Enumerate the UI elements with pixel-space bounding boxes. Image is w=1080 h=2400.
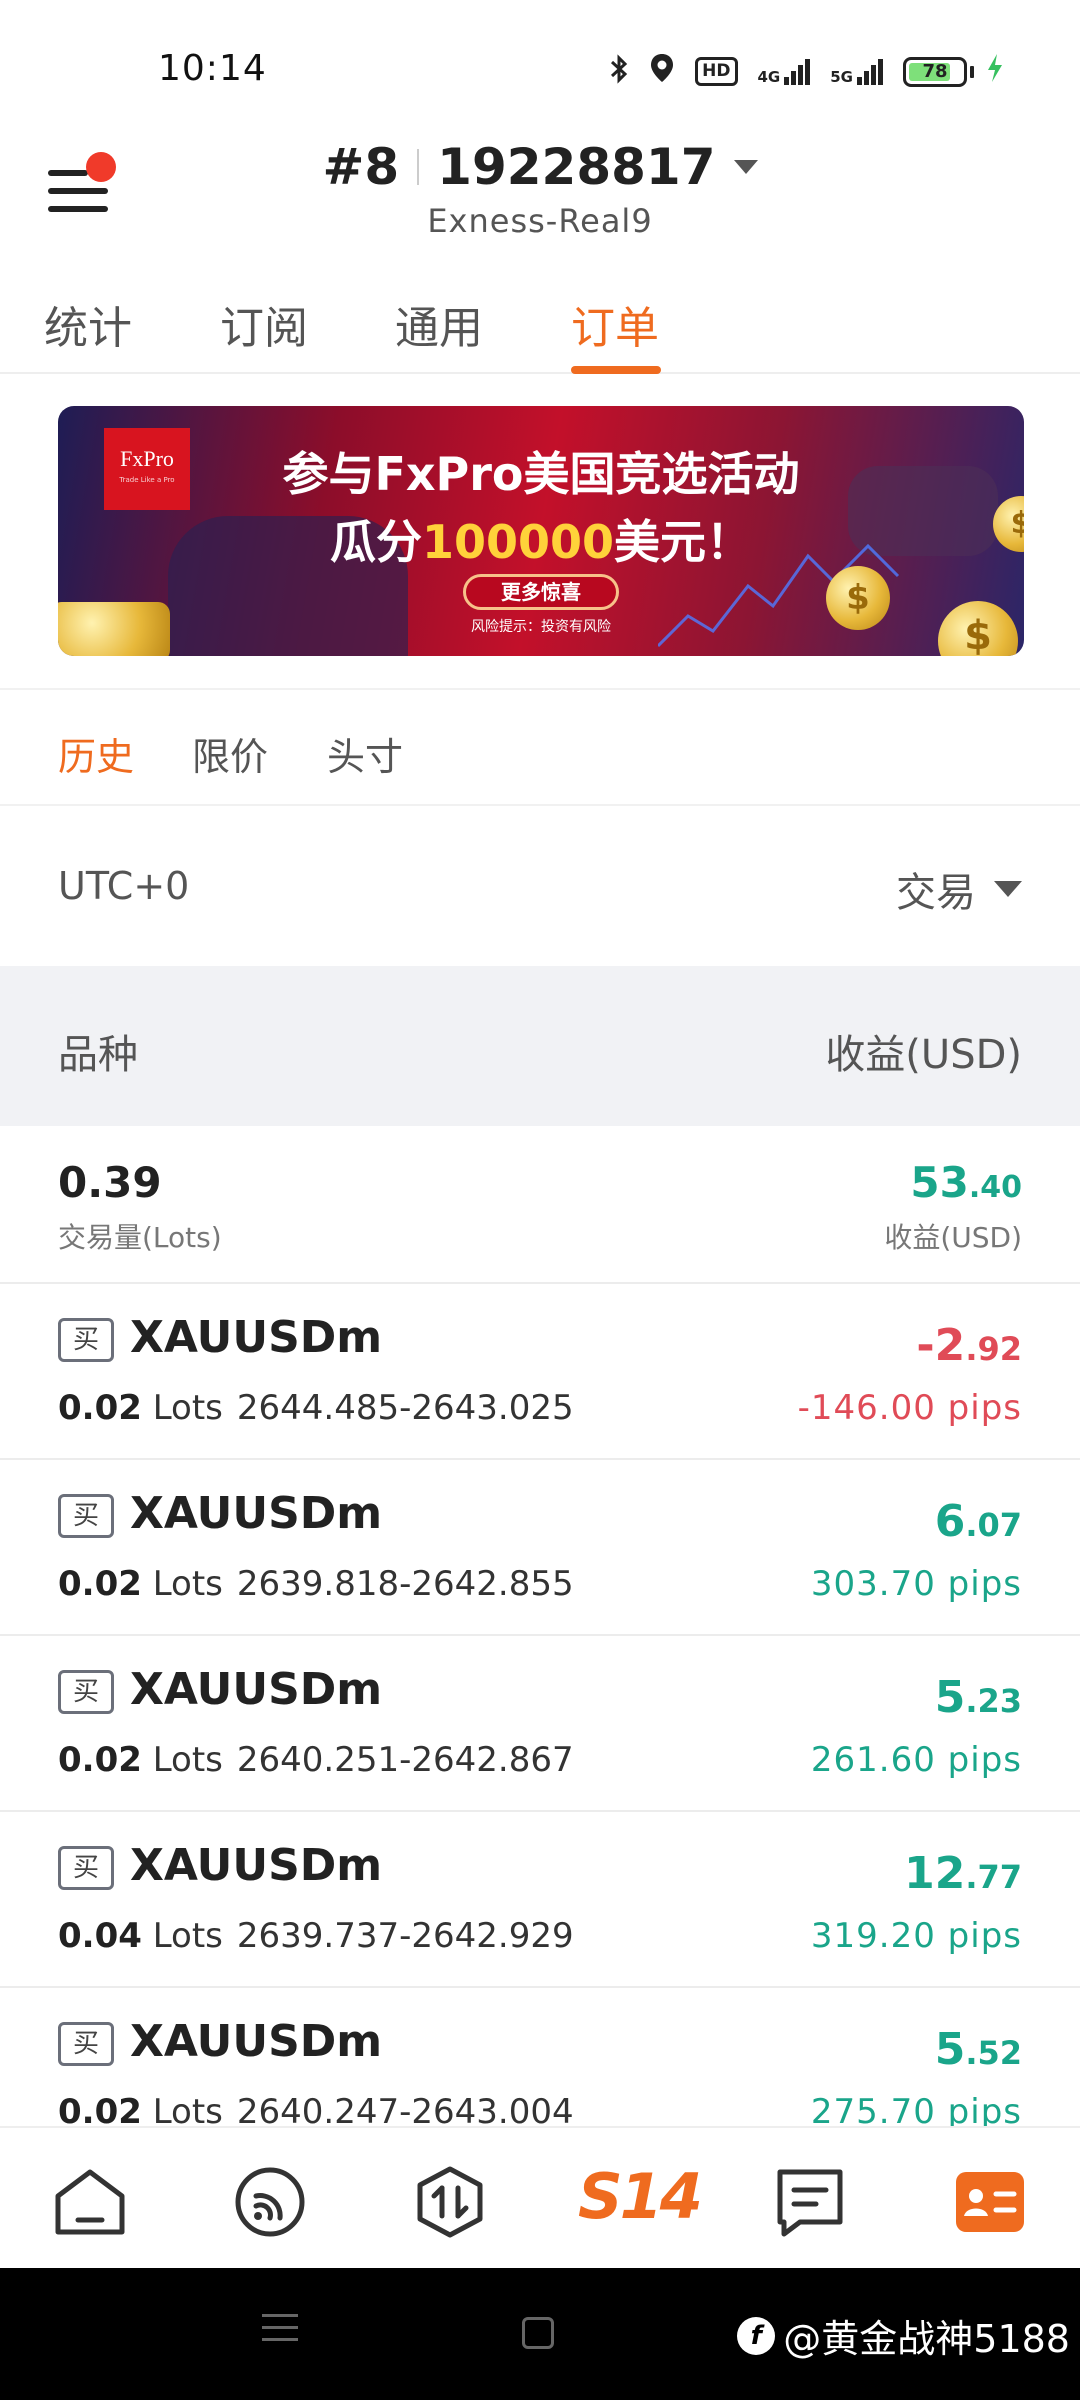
order-row[interactable]: 买 XAUUSDm 0.04 Lots 2639.737-2642.929 12.… xyxy=(0,1812,1080,1988)
subtab-positions[interactable]: 头寸 xyxy=(327,726,403,781)
order-profit: 5.23 xyxy=(934,1672,1022,1723)
order-row[interactable]: 买 XAUUSDm 0.02 Lots 2640.251-2642.867 5.2… xyxy=(0,1636,1080,1812)
tab-active-indicator xyxy=(571,366,661,374)
promo-banner[interactable]: FxPro Trade Like a Pro 参与FxPro美国竞选活动 瓜分1… xyxy=(58,406,1024,656)
order-details: 0.02 Lots 2644.485-2643.025 xyxy=(58,1388,574,1428)
total-volume-label: 交易量(Lots) xyxy=(58,1221,222,1254)
messages-icon[interactable] xyxy=(770,2166,850,2238)
battery-icon: 78 xyxy=(903,56,967,87)
type-dropdown[interactable]: 交易 xyxy=(896,860,1022,918)
s14-logo[interactable]: S14 xyxy=(578,2160,703,2233)
order-pips: 319.20 pips xyxy=(810,1916,1022,1956)
order-details: 0.02 Lots 2639.818-2642.855 xyxy=(58,1564,574,1604)
table-header: 品种 收益(USD) xyxy=(0,966,1080,1126)
column-header-symbol: 品种 xyxy=(58,1032,138,1078)
order-pips: -146.00 pips xyxy=(797,1388,1022,1428)
coin-icon: $ xyxy=(938,601,1018,656)
tab-statistics[interactable]: 统计 xyxy=(44,292,132,356)
order-history-list[interactable]: 买 XAUUSDm 0.02 Lots 2644.485-2643.025 -2.… xyxy=(0,1284,1080,2126)
type-dropdown-label: 交易 xyxy=(896,870,976,916)
watermark: f @黄金战神5188 xyxy=(737,2308,1070,2363)
recent-apps-button[interactable] xyxy=(262,2314,298,2350)
total-volume: 0.39 xyxy=(58,1158,162,1207)
order-symbol: XAUUSDm xyxy=(130,1312,383,1363)
chevron-down-icon xyxy=(733,160,758,174)
summary-row: 0.39 交易量(Lots) 53.40 收益(USD) xyxy=(0,1128,1080,1284)
order-profit: 5.52 xyxy=(934,2024,1022,2075)
order-symbol: XAUUSDm xyxy=(130,1840,383,1891)
signal-4g-icon: 4G xyxy=(757,58,811,86)
signal-5g-icon: 5G xyxy=(830,58,883,86)
order-symbol: XAUUSDm xyxy=(130,1488,383,1539)
order-pips: 303.70 pips xyxy=(810,1564,1022,1604)
subtab-history[interactable]: 历史 xyxy=(58,726,134,781)
total-profit-label: 收益(USD) xyxy=(884,1221,1022,1254)
filter-row: UTC+0 交易 xyxy=(0,808,1080,964)
status-time: 10:14 xyxy=(158,48,267,89)
banner-subheadline: 瓜分100000美元！ xyxy=(329,515,753,569)
signal-feed-icon[interactable] xyxy=(230,2166,310,2238)
account-index: #8 xyxy=(322,138,400,196)
tab-general[interactable]: 通用 xyxy=(395,292,483,356)
order-details: 0.02 Lots 2640.251-2642.867 xyxy=(58,1740,574,1780)
account-divider xyxy=(417,149,420,185)
order-symbol: XAUUSDm xyxy=(130,1664,383,1715)
side-badge: 买 xyxy=(58,2022,114,2066)
order-details: 0.04 Lots 2639.737-2642.929 xyxy=(58,1916,574,1956)
subtab-limit[interactable]: 限价 xyxy=(192,726,268,781)
network-label-5g: 5G xyxy=(830,67,853,86)
banner-more-button[interactable]: 更多惊喜 xyxy=(463,574,619,610)
tab-subscriptions[interactable]: 订阅 xyxy=(220,292,308,356)
bottom-navigation: S14 xyxy=(0,2126,1080,2268)
side-badge: 买 xyxy=(58,1846,114,1890)
column-header-profit: 收益(USD) xyxy=(825,1032,1022,1078)
status-bar: 10:14 HD 4G 5G 78 xyxy=(0,0,1080,110)
profile-card-icon[interactable] xyxy=(950,2166,1030,2238)
timezone-selector[interactable]: UTC+0 xyxy=(58,864,189,908)
coin-icon: $ xyxy=(826,566,890,630)
location-icon xyxy=(649,52,675,91)
gold-bars-icon xyxy=(58,602,170,656)
order-pips: 275.70 pips xyxy=(810,2092,1022,2126)
status-icons: HD 4G 5G 78 xyxy=(609,52,1004,91)
home-button[interactable] xyxy=(522,2317,554,2349)
order-pips: 261.60 pips xyxy=(810,1740,1022,1780)
hd-voice-icon: HD xyxy=(695,57,738,86)
order-profit: 12.77 xyxy=(904,1848,1022,1899)
order-profit: 6.07 xyxy=(934,1496,1022,1547)
order-subtabs: 历史 限价 头寸 xyxy=(0,688,1080,806)
account-server: Exness-Real9 xyxy=(427,202,653,240)
main-tabs: 统计 订阅 通用 订单 xyxy=(0,270,1080,374)
charging-icon xyxy=(986,53,1004,91)
watermark-logo-icon: f xyxy=(737,2316,776,2355)
order-row[interactable]: 买 XAUUSDm 0.02 Lots 2640.247-2643.004 5.5… xyxy=(0,1988,1080,2126)
tab-orders[interactable]: 订单 xyxy=(571,292,659,356)
trade-icon[interactable] xyxy=(410,2166,490,2238)
order-symbol: XAUUSDm xyxy=(130,2016,383,2067)
system-navigation-bar: f @黄金战神5188 xyxy=(0,2268,1080,2400)
bluetooth-icon xyxy=(609,53,629,91)
side-badge: 买 xyxy=(58,1494,114,1538)
home-icon[interactable] xyxy=(50,2166,130,2238)
battery-tip xyxy=(970,65,974,78)
order-details: 0.02 Lots 2640.247-2643.004 xyxy=(58,2092,574,2126)
total-profit: 53.40 xyxy=(910,1158,1022,1207)
watermark-text: @黄金战神5188 xyxy=(783,2317,1070,2361)
app-header: #8 19228817 Exness-Real9 xyxy=(0,110,1080,260)
account-selector[interactable]: #8 19228817 xyxy=(0,138,1080,196)
side-badge: 买 xyxy=(58,1318,114,1362)
order-row[interactable]: 买 XAUUSDm 0.02 Lots 2639.818-2642.855 6.0… xyxy=(0,1460,1080,1636)
side-badge: 买 xyxy=(58,1670,114,1714)
order-profit: -2.92 xyxy=(916,1320,1022,1371)
battery-level: 78 xyxy=(922,60,948,82)
chevron-down-icon xyxy=(994,881,1022,897)
order-row[interactable]: 买 XAUUSDm 0.02 Lots 2644.485-2643.025 -2.… xyxy=(0,1284,1080,1460)
network-label-4g: 4G xyxy=(757,67,781,86)
account-number: 19228817 xyxy=(437,138,716,196)
banner-headline: 参与FxPro美国竞选活动 xyxy=(282,447,800,501)
